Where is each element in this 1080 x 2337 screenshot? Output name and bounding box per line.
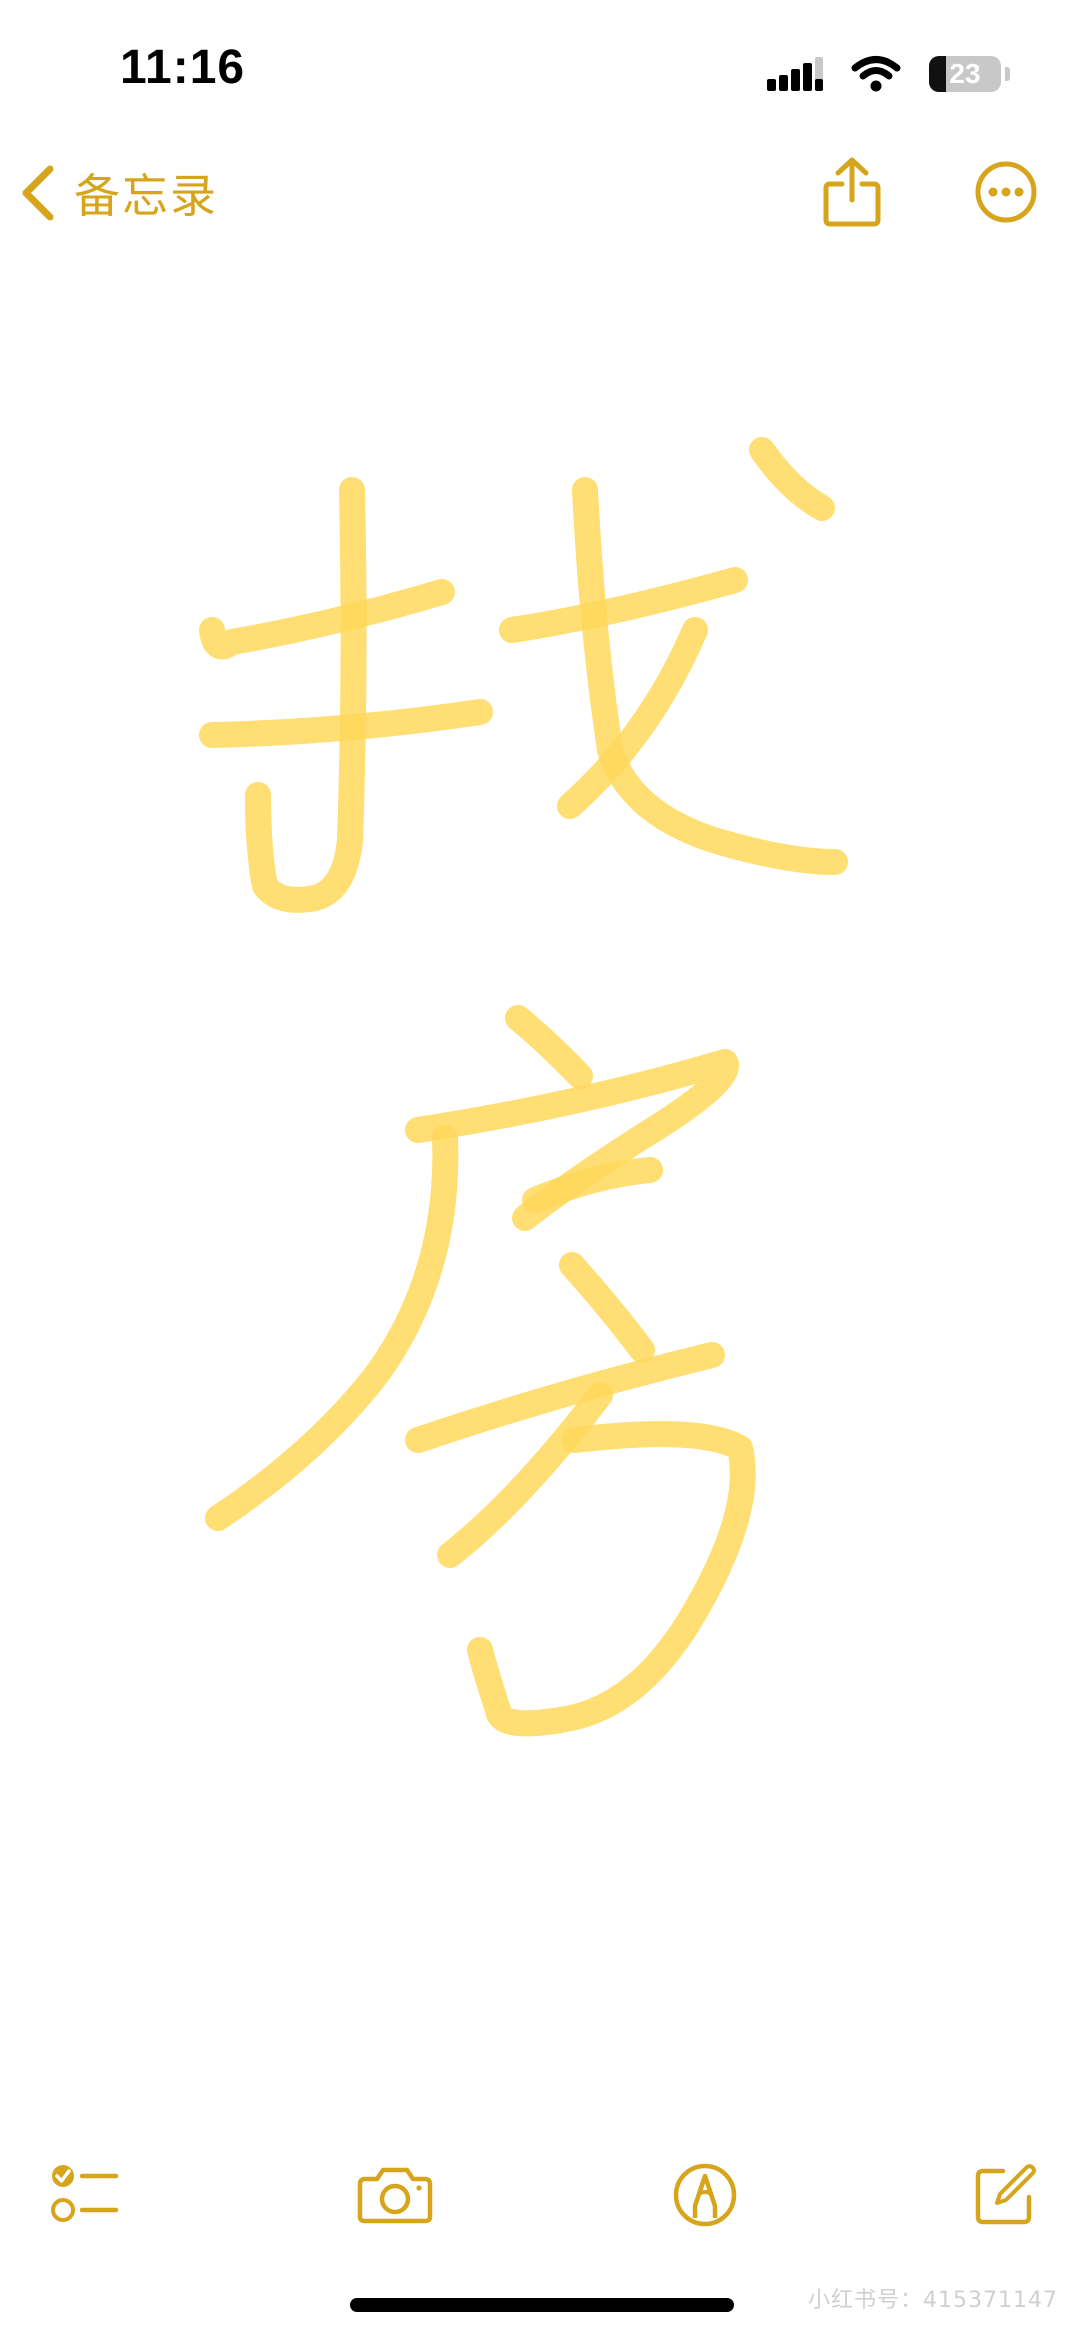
back-button[interactable]: 备忘录 [20,158,218,228]
camera-icon [357,2167,433,2224]
home-indicator[interactable] [350,2298,734,2312]
share-button[interactable] [812,152,892,232]
wifi-icon [851,56,901,92]
back-label: 备忘录 [74,169,218,223]
compose-button[interactable] [960,2150,1050,2240]
checklist-button[interactable] [40,2150,130,2240]
markup-button[interactable] [660,2150,750,2240]
ink-stroke [205,1125,459,1531]
markup-icon [673,2163,737,2227]
ink-stroke [505,1005,593,1089]
watermark: 小红书号：415371147 [808,2288,1058,2313]
status-icons: 23 [767,52,1010,96]
status-bar: 11:16 23 [0,0,1080,140]
nav-bar: 备忘录 [0,140,1080,250]
battery-level: 23 [949,58,981,89]
battery-icon: 23 [929,56,1001,92]
ink-stroke [749,437,835,521]
ink-stroke [199,579,455,660]
share-icon [823,157,881,227]
cellular-signal-icon [767,57,823,91]
ink-stroke [522,1157,663,1213]
ink-stroke [559,1252,655,1363]
drawing-canvas[interactable] [0,250,1080,2100]
status-time: 11:16 [120,41,246,94]
more-icon [975,161,1037,223]
chevron-left-icon [22,165,54,221]
ink-stroke [572,477,848,875]
ink-stroke [245,477,367,913]
camera-button[interactable] [350,2150,440,2240]
battery-cap [1005,67,1010,81]
bottom-toolbar [0,2140,1080,2240]
more-button[interactable] [966,152,1046,232]
compose-icon [975,2164,1036,2225]
checklist-icon [51,2165,119,2222]
